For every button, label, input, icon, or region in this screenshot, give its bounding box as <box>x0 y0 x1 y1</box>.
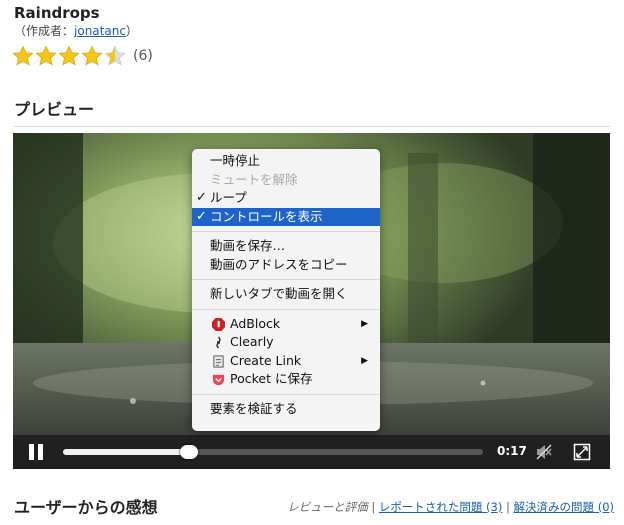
rating-count: (6) <box>133 48 153 64</box>
menu-separator <box>192 393 380 395</box>
current-time: 0:17 <box>497 444 527 458</box>
menu-separator <box>192 279 380 280</box>
menu-item-inspect-element[interactable]: 要素を検証する <box>192 400 380 419</box>
star-full-icon <box>35 45 57 66</box>
volume-muted-icon[interactable] <box>535 443 553 461</box>
rating-stars: (6) <box>12 45 153 67</box>
feedback-links: レビューと評価 | レポートされた問題 (3) | 解決済みの問題 (0) <box>287 499 614 515</box>
create-link-icon <box>213 354 224 368</box>
fullscreen-icon[interactable] <box>573 443 591 461</box>
author-suffix: ） <box>125 24 138 38</box>
menu-item-label: 新しいタブで動画を開く <box>210 286 348 301</box>
submenu-arrow-icon: ▶ <box>361 355 368 366</box>
preview-heading: プレビュー <box>14 100 95 119</box>
menu-item-pocket[interactable]: Pocket に保存 <box>192 370 380 389</box>
menu-item-create-link[interactable]: Create Link ▶ <box>192 352 380 371</box>
reported-issues-link[interactable]: レポートされた問題 (3) <box>379 500 502 514</box>
pause-icon[interactable] <box>29 444 45 460</box>
menu-item-label: 動画のアドレスをコピー <box>210 256 348 272</box>
link-separator: | <box>371 500 376 514</box>
menu-item-open-in-new-tab[interactable]: 新しいタブで動画を開く <box>192 285 380 304</box>
menu-item-label: AdBlock <box>230 315 281 331</box>
clearly-icon <box>216 336 221 349</box>
seek-bar[interactable] <box>63 445 483 459</box>
resolved-issues-link[interactable]: 解決済みの問題 (0) <box>514 500 614 514</box>
menu-item-label: 一時停止 <box>210 153 261 168</box>
divider <box>14 126 610 127</box>
menu-item-show-controls[interactable]: ✓ コントロールを表示 <box>192 207 380 226</box>
link-separator: | <box>506 500 510 514</box>
menu-item-label: Create Link <box>230 352 302 368</box>
context-menu: 一時停止 ミュートを解除 ✓ ループ ✓ コントロールを表示 動画を保存… 動画のア… <box>192 149 380 431</box>
star-half-icon <box>104 45 126 66</box>
menu-separator <box>192 308 380 310</box>
author-line: （作成者：jonatanc） <box>14 22 138 39</box>
menu-item-label: Clearly <box>230 334 274 349</box>
menu-item-copy-video-address[interactable]: 動画のアドレスをコピー <box>192 256 380 275</box>
star-full-icon <box>12 45 34 66</box>
star-full-icon <box>81 45 103 66</box>
star-full-icon <box>58 45 80 66</box>
adblock-icon <box>212 317 225 331</box>
menu-item-save-video[interactable]: 動画を保存… <box>192 237 380 256</box>
menu-item-label: 要素を検証する <box>210 400 298 416</box>
menu-item-clearly[interactable]: Clearly <box>192 333 380 352</box>
menu-item-label: コントロールを表示 <box>210 208 323 224</box>
reviews-tab[interactable]: レビューと評価 <box>287 500 368 514</box>
extension-title: Raindrops <box>14 4 100 22</box>
author-prefix: （作成者： <box>14 24 75 38</box>
menu-separator <box>192 231 380 232</box>
seek-handle[interactable] <box>180 445 198 459</box>
submenu-arrow-icon: ▶ <box>361 318 368 329</box>
feedback-heading: ユーザーからの感想 <box>14 498 158 517</box>
pocket-icon <box>212 374 225 386</box>
menu-item-pause[interactable]: 一時停止 <box>192 152 380 171</box>
menu-item-unmute: ミュートを解除 <box>192 171 380 190</box>
menu-item-label: ミュートを解除 <box>210 171 298 187</box>
menu-item-label: 動画を保存… <box>210 238 286 253</box>
menu-item-label: ループ <box>210 190 247 205</box>
menu-item-label: Pocket に保存 <box>230 371 313 386</box>
menu-item-loop[interactable]: ✓ ループ <box>192 189 380 208</box>
seek-progress <box>63 449 189 455</box>
checkmark-icon: ✓ <box>196 190 207 205</box>
author-link[interactable]: jonatanc <box>74 24 126 38</box>
menu-item-adblock[interactable]: AdBlock ▶ <box>192 315 380 334</box>
video-controls: 0:17 <box>13 435 610 469</box>
checkmark-icon: ✓ <box>196 208 207 224</box>
